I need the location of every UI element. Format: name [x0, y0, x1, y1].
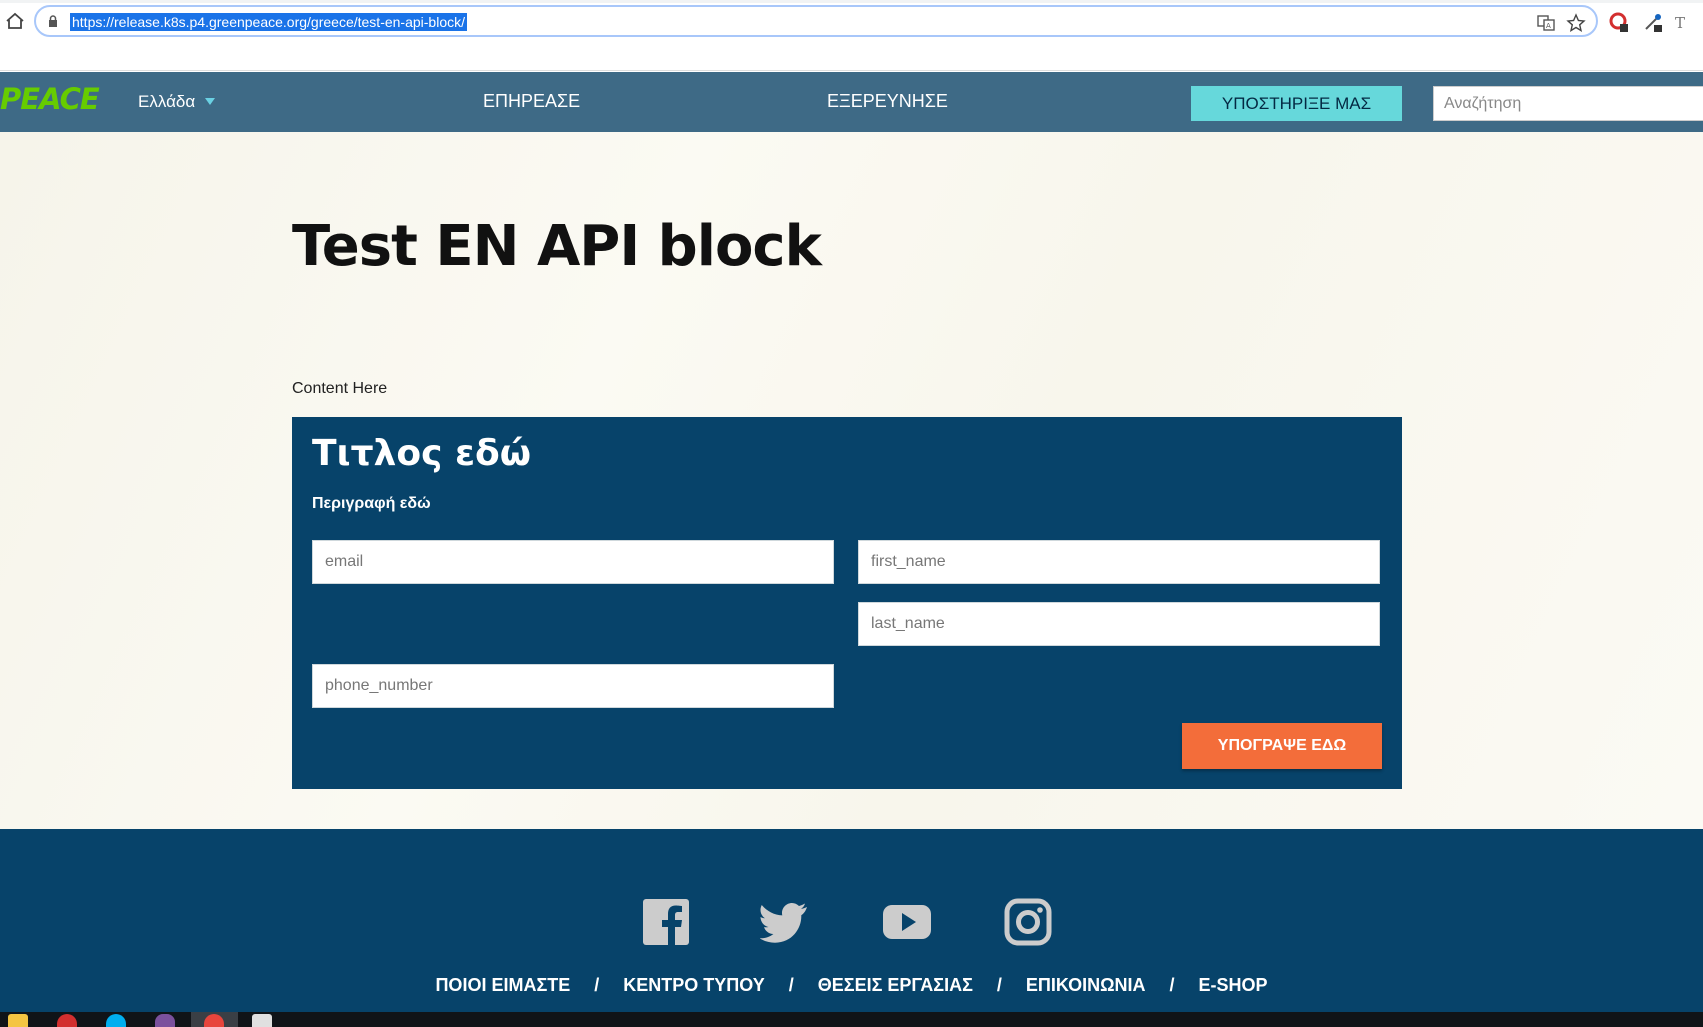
main-content: Test EN API block Content Here Τιτλος εδ…	[0, 132, 1703, 829]
footer-link-contact[interactable]: ΕΠΙΚΟΙΝΩΝΙΑ	[1026, 975, 1146, 996]
country-selector[interactable]: Ελλάδα	[138, 92, 195, 112]
opera-icon[interactable]	[57, 1014, 77, 1027]
svg-text:A: A	[1546, 22, 1551, 30]
tab-strip-edge	[0, 0, 1703, 3]
twitter-icon[interactable]	[760, 897, 810, 947]
folder-icon[interactable]	[8, 1014, 28, 1027]
os-taskbar	[0, 1012, 1703, 1027]
chrome-icon[interactable]	[204, 1014, 224, 1027]
site-header: PEACE Ελλάδα ΕΠΗΡΕΑΣΕ ΕΞΕΡΕΥΝΗΣΕ ΥΠΟΣΤΗΡ…	[0, 72, 1703, 132]
bookmark-star-icon[interactable]	[1566, 13, 1586, 33]
caret-down-icon[interactable]	[205, 98, 215, 105]
lock-icon[interactable]	[48, 15, 58, 28]
extension-text-icon[interactable]: T	[1672, 11, 1694, 33]
footer-link-who-we-are[interactable]: ΠΟΙΟΙ ΕΙΜΑΣΤΕ	[435, 975, 570, 996]
translate-icon[interactable]: A	[1536, 13, 1556, 33]
form-title: Τιτλος εδώ	[312, 433, 532, 474]
first-name-field[interactable]	[858, 540, 1380, 584]
extension-red-icon[interactable]	[1608, 11, 1630, 33]
footer-nav: ΠΟΙΟΙ ΕΙΜΑΣΤΕ / ΚΕΝΤΡΟ ΤΥΠΟΥ / ΘΕΣΕΙΣ ΕΡΓΑΣΙ…	[0, 975, 1703, 996]
page-title: Test EN API block	[292, 214, 822, 279]
youtube-icon[interactable]	[882, 897, 932, 947]
footer-separator: /	[594, 975, 600, 995]
paint-icon[interactable]	[252, 1014, 272, 1027]
email-field[interactable]	[312, 540, 834, 584]
content-text: Content Here	[292, 380, 388, 397]
site-footer: ΠΟΙΟΙ ΕΙΜΑΣΤΕ / ΚΕΝΤΡΟ ΤΥΠΟΥ / ΘΕΣΕΙΣ ΕΡΓΑΣΙ…	[0, 829, 1703, 1012]
url-text[interactable]: https://release.k8s.p4.greenpeace.org/gr…	[70, 13, 468, 31]
footer-link-jobs[interactable]: ΘΕΣΕΙΣ ΕΡΓΑΣΙΑΣ	[818, 975, 973, 996]
footer-link-press-center[interactable]: ΚΕΝΤΡΟ ΤΥΠΟΥ	[623, 975, 765, 996]
sign-button[interactable]: ΥΠΟΓΡΑΨΕ ΕΔΩ	[1182, 723, 1382, 769]
nav-item-explore[interactable]: ΕΞΕΡΕΥΝΗΣΕ	[827, 91, 948, 112]
search-input[interactable]	[1433, 86, 1703, 121]
browser-toolbar: https://release.k8s.p4.greenpeace.org/gr…	[0, 0, 1703, 71]
viber-icon[interactable]	[155, 1014, 175, 1027]
extension-eyedropper-icon[interactable]	[1642, 11, 1664, 33]
home-icon[interactable]	[4, 10, 26, 32]
instagram-icon[interactable]	[1003, 897, 1053, 947]
facebook-icon[interactable]	[641, 897, 691, 947]
skype-icon[interactable]	[106, 1014, 126, 1027]
footer-separator: /	[788, 975, 794, 995]
nav-item-act[interactable]: ΕΠΗΡΕΑΣΕ	[483, 91, 580, 112]
support-us-button[interactable]: ΥΠΟΣΤΗΡΙΞΕ ΜΑΣ	[1191, 86, 1402, 121]
greenpeace-logo[interactable]: PEACE	[0, 82, 100, 116]
petition-form: Τιτλος εδώ Περιγραφή εδώ ΥΠΟΓΡΑΨΕ ΕΔΩ	[292, 417, 1402, 789]
footer-separator: /	[1169, 975, 1175, 995]
last-name-field[interactable]	[858, 602, 1380, 646]
form-description: Περιγραφή εδώ	[312, 495, 431, 512]
address-bar[interactable]: https://release.k8s.p4.greenpeace.org/gr…	[34, 5, 1598, 37]
svg-text:T: T	[1675, 14, 1685, 32]
phone-number-field[interactable]	[312, 664, 834, 708]
footer-separator: /	[996, 975, 1002, 995]
footer-link-eshop[interactable]: E-SHOP	[1199, 975, 1268, 996]
